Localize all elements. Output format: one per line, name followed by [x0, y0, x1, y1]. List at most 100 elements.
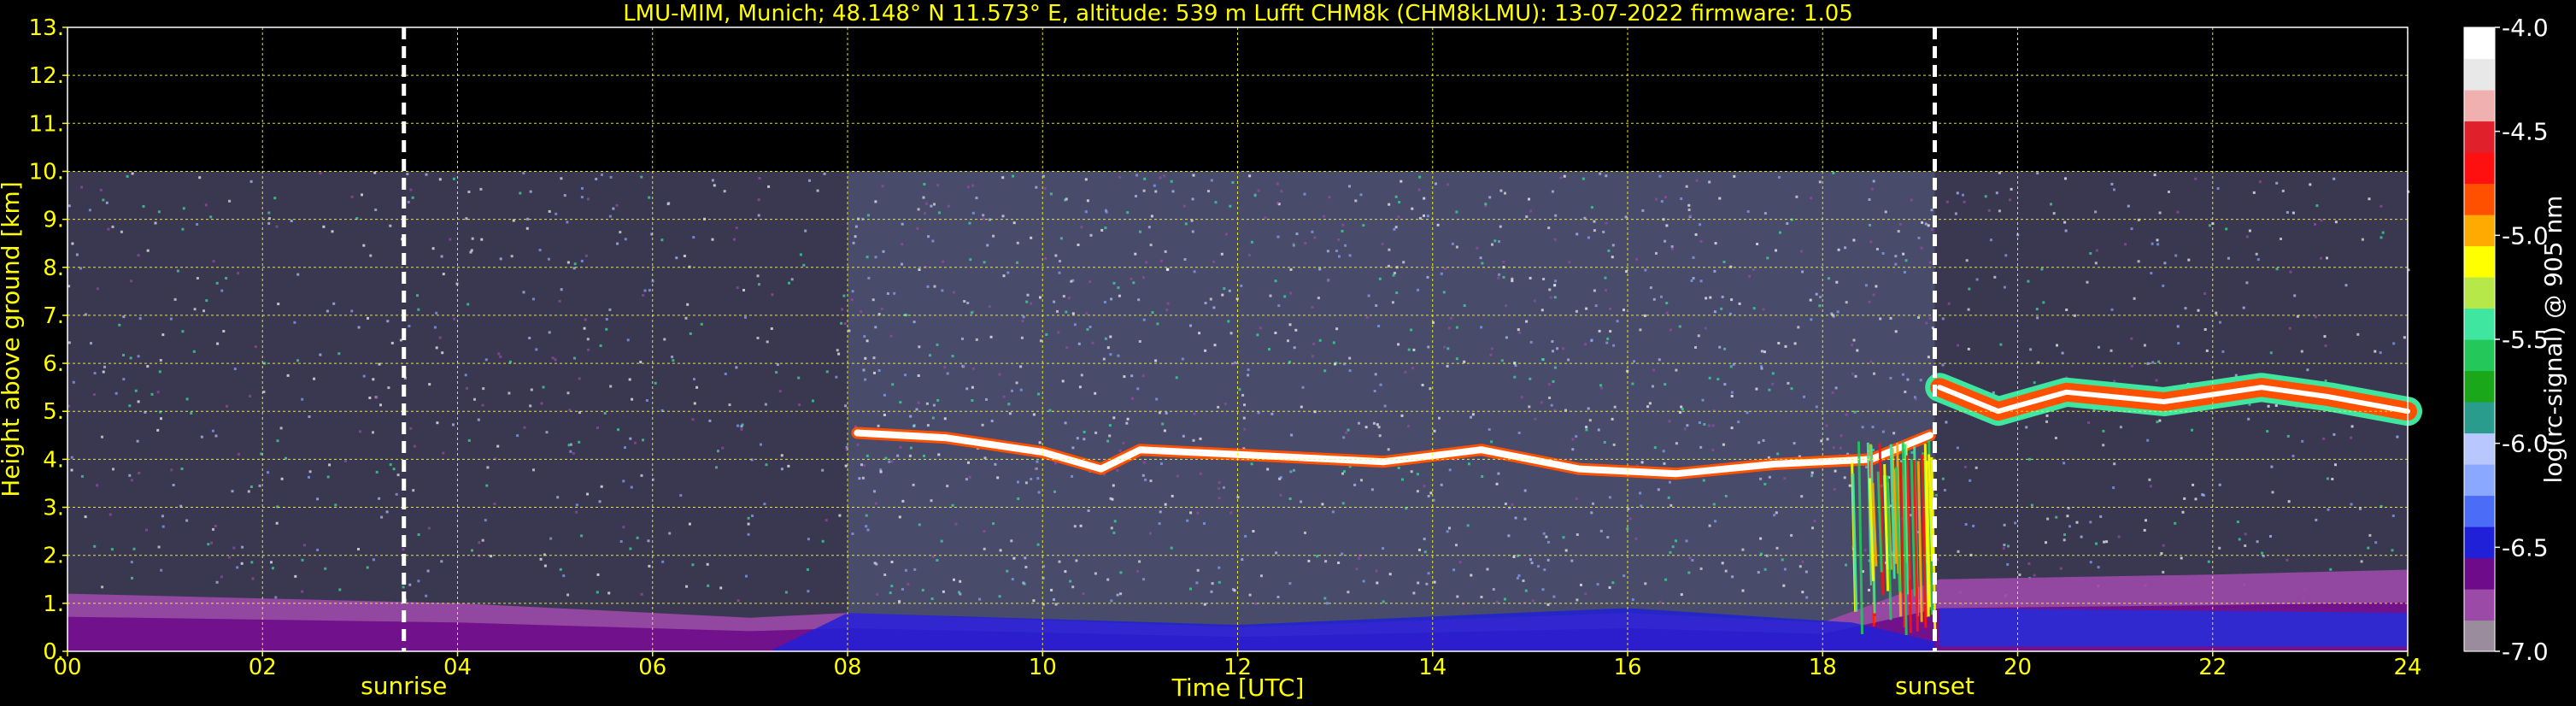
noise-speck — [452, 423, 455, 427]
noise-speck — [1762, 438, 1765, 442]
noise-speck — [587, 348, 590, 351]
noise-speck — [558, 299, 561, 303]
noise-speck — [1529, 276, 1532, 279]
noise-speck — [2064, 229, 2068, 232]
noise-speck — [863, 335, 866, 338]
noise-speck — [1590, 339, 1593, 343]
noise-speck — [2046, 517, 2050, 521]
noise-speck — [1362, 224, 1365, 227]
noise-speck — [1001, 215, 1005, 218]
noise-speck — [1699, 567, 1703, 570]
noise-speck — [1429, 387, 1432, 391]
noise-speck — [685, 585, 689, 588]
noise-speck — [1678, 325, 1681, 328]
noise-speck — [409, 427, 413, 430]
noise-speck — [688, 522, 691, 526]
noise-speck — [481, 538, 484, 542]
noise-speck — [160, 568, 163, 572]
noise-speck — [872, 356, 876, 360]
noise-speck — [1903, 271, 1906, 274]
colorbar-segment — [2464, 589, 2495, 621]
noise-speck — [1529, 558, 1532, 562]
noise-speck — [1669, 503, 1673, 507]
noise-speck — [1763, 350, 1766, 354]
noise-speck — [907, 582, 910, 585]
noise-speck — [601, 174, 603, 176]
noise-speck — [207, 543, 210, 546]
noise-speck — [2281, 189, 2285, 192]
noise-speck — [1669, 480, 1671, 484]
noise-speck — [1570, 559, 1574, 562]
noise-speck — [211, 429, 214, 432]
noise-speck — [212, 527, 214, 531]
noise-speck — [1653, 446, 1657, 450]
noise-speck — [2381, 231, 2385, 234]
noise-speck — [1218, 487, 1220, 491]
noise-speck — [128, 404, 132, 408]
noise-speck — [757, 198, 760, 202]
noise-speck — [1605, 341, 1609, 344]
noise-speck — [1559, 176, 1563, 179]
noise-speck — [2314, 315, 2317, 319]
noise-speck — [1388, 573, 1392, 576]
noise-speck — [940, 539, 943, 543]
noise-speck — [1463, 304, 1466, 307]
noise-speck — [898, 600, 901, 603]
noise-speck — [735, 366, 738, 369]
noise-speck — [1873, 372, 1875, 375]
noise-speck — [848, 329, 851, 332]
noise-speck — [1321, 503, 1324, 506]
noise-speck — [1669, 550, 1672, 554]
noise-speck — [873, 490, 876, 493]
noise-speck — [1011, 389, 1013, 392]
noise-speck — [1279, 493, 1282, 497]
noise-speck — [2156, 238, 2159, 242]
noise-speck — [548, 331, 551, 334]
colorbar-segment — [2464, 308, 2495, 340]
noise-speck — [999, 549, 1002, 552]
noise-speck — [2089, 561, 2092, 564]
noise-speck — [684, 316, 688, 320]
noise-speck — [1813, 520, 1816, 523]
noise-speck — [150, 392, 154, 396]
y-tick-label: 7. — [43, 303, 64, 329]
noise-speck — [1917, 316, 1920, 319]
noise-speck — [1421, 384, 1424, 386]
noise-speck — [966, 185, 970, 189]
noise-speck — [1756, 243, 1759, 245]
noise-speck — [1266, 468, 1270, 471]
noise-speck — [2332, 177, 2336, 180]
colorbar-segment — [2464, 277, 2495, 309]
y-tick-label: 11. — [29, 111, 64, 137]
noise-speck — [1721, 562, 1724, 565]
noise-speck — [1328, 196, 1331, 199]
noise-speck — [216, 342, 220, 345]
noise-speck — [899, 401, 902, 404]
noise-speck — [2158, 211, 2162, 215]
noise-speck — [1605, 174, 1608, 178]
noise-speck — [480, 238, 484, 241]
noise-speck — [1752, 307, 1756, 310]
noise-speck — [1325, 602, 1329, 605]
x-tick-label: 02 — [249, 655, 277, 680]
noise-speck — [802, 263, 806, 267]
noise-speck — [2110, 349, 2113, 352]
noise-speck — [271, 567, 274, 570]
noise-speck — [874, 200, 877, 203]
noise-speck — [1576, 533, 1579, 536]
colorbar-segment — [2464, 152, 2495, 185]
noise-speck — [497, 352, 501, 356]
noise-speck — [101, 435, 103, 438]
noise-speck — [2163, 262, 2167, 265]
noise-speck — [1634, 537, 1638, 540]
noise-speck — [1587, 407, 1590, 410]
y-tick-label: 10. — [29, 159, 64, 185]
noise-speck — [412, 489, 415, 492]
noise-speck — [1799, 565, 1802, 568]
noise-speck — [622, 479, 625, 483]
noise-speck — [1606, 536, 1610, 539]
noise-speck — [1387, 264, 1390, 268]
noise-speck — [1712, 503, 1716, 506]
noise-speck — [1276, 596, 1280, 598]
noise-speck — [1295, 232, 1299, 236]
